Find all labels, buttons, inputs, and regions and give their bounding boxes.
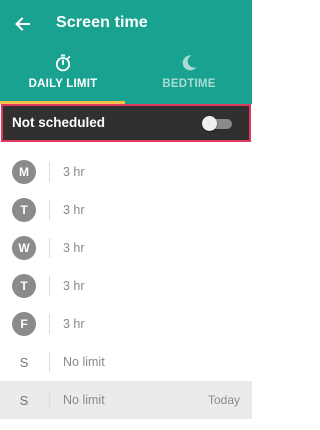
row-divider [49,238,50,258]
day-limit-value: 3 hr [63,203,85,217]
day-badge: S [19,354,29,370]
toolbar: Screen time [0,0,252,48]
tab-daily-limit[interactable]: DAILY LIMIT [0,48,126,104]
day-row-sunday[interactable]: S No limit Today [0,381,252,419]
day-badge: F [12,312,36,336]
schedule-toggle[interactable] [202,116,234,131]
day-limit-value: 3 hr [63,317,85,331]
day-row-saturday[interactable]: S No limit [0,343,252,381]
tab-bedtime-label: BEDTIME [162,78,216,90]
toggle-thumb [202,116,217,131]
day-limit-value: 3 hr [63,279,85,293]
day-row-wednesday[interactable]: W 3 hr [0,229,252,267]
day-row-monday[interactable]: M 3 hr [0,153,252,191]
row-divider [49,162,50,182]
day-row-thursday[interactable]: T 3 hr [0,267,252,305]
schedule-status-label: Not scheduled [12,115,106,130]
row-divider [49,314,50,334]
day-row-friday[interactable]: F 3 hr [0,305,252,343]
day-limit-value: No limit [63,393,105,407]
screen-title: Screen time [56,14,148,31]
row-divider [49,276,50,296]
day-limit-list: M 3 hr T 3 hr W 3 hr T 3 hr F 3 hr S No … [0,153,252,419]
tab-bedtime[interactable]: BEDTIME [126,48,252,104]
back-button[interactable] [8,10,36,38]
schedule-row[interactable]: Not scheduled [1,104,251,142]
moon-icon [182,55,197,71]
day-limit-value: 3 hr [63,165,85,179]
today-label: Today [207,393,240,407]
day-badge: T [12,198,36,222]
row-divider [49,200,50,220]
day-limit-value: 3 hr [63,241,85,255]
day-badge: S [19,392,29,408]
day-badge: W [12,236,36,260]
stopwatch-icon [55,54,71,72]
arrow-back-icon [15,17,30,31]
row-divider [49,390,50,410]
day-badge: M [12,160,36,184]
day-row-tuesday[interactable]: T 3 hr [0,191,252,229]
app-header: Screen time DAILY LIMIT BEDTIME [0,0,252,104]
row-divider [49,352,50,372]
day-badge: T [12,274,36,298]
tab-bar: DAILY LIMIT BEDTIME [0,48,252,104]
tab-daily-limit-label: DAILY LIMIT [28,78,98,90]
day-limit-value: No limit [63,355,105,369]
